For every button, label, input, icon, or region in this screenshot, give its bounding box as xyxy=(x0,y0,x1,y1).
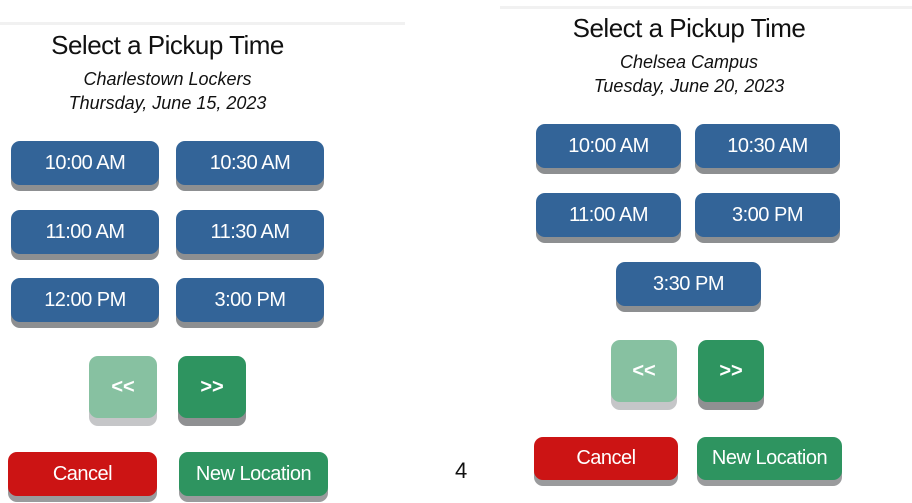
time-slot-button[interactable]: 3:00 PM xyxy=(695,193,840,237)
location-name: Chelsea Campus xyxy=(619,52,759,72)
time-slot-button[interactable]: 10:30 AM xyxy=(176,141,324,185)
page-number: 4 xyxy=(455,458,468,483)
previous-page-button[interactable]: << xyxy=(611,340,677,402)
next-page-button[interactable]: >> xyxy=(178,356,246,418)
new-location-button[interactable]: New Location xyxy=(179,452,328,496)
location-name: Charlestown Lockers xyxy=(83,69,252,89)
time-slot-button[interactable]: 3:00 PM xyxy=(176,278,324,322)
cancel-button[interactable]: Cancel xyxy=(534,437,678,480)
pickup-date: Tuesday, June 20, 2023 xyxy=(593,76,785,96)
time-slot-button[interactable]: 11:30 AM xyxy=(176,210,324,254)
time-slot-button[interactable]: 11:00 AM xyxy=(536,193,681,237)
page-title: Select a Pickup Time xyxy=(51,30,284,60)
previous-page-button[interactable]: << xyxy=(89,356,157,418)
cancel-button[interactable]: Cancel xyxy=(8,452,157,496)
time-slot-button[interactable]: 12:00 PM xyxy=(11,278,159,322)
pickup-panel-right: Select a Pickup Time Chelsea Campus Tues… xyxy=(522,0,856,503)
new-location-button[interactable]: New Location xyxy=(697,437,842,480)
time-slot-button[interactable]: 11:00 AM xyxy=(11,210,159,254)
time-slot-button[interactable]: 3:30 PM xyxy=(616,262,761,306)
next-page-button[interactable]: >> xyxy=(698,340,764,402)
pickup-date: Thursday, June 15, 2023 xyxy=(68,93,267,113)
time-slot-button[interactable]: 10:00 AM xyxy=(536,124,681,168)
page-title: Select a Pickup Time xyxy=(572,13,806,43)
pickup-panel-left: Select a Pickup Time Charlestown Lockers… xyxy=(0,0,335,503)
time-slot-button[interactable]: 10:30 AM xyxy=(695,124,840,168)
time-slot-button[interactable]: 10:00 AM xyxy=(11,141,159,185)
